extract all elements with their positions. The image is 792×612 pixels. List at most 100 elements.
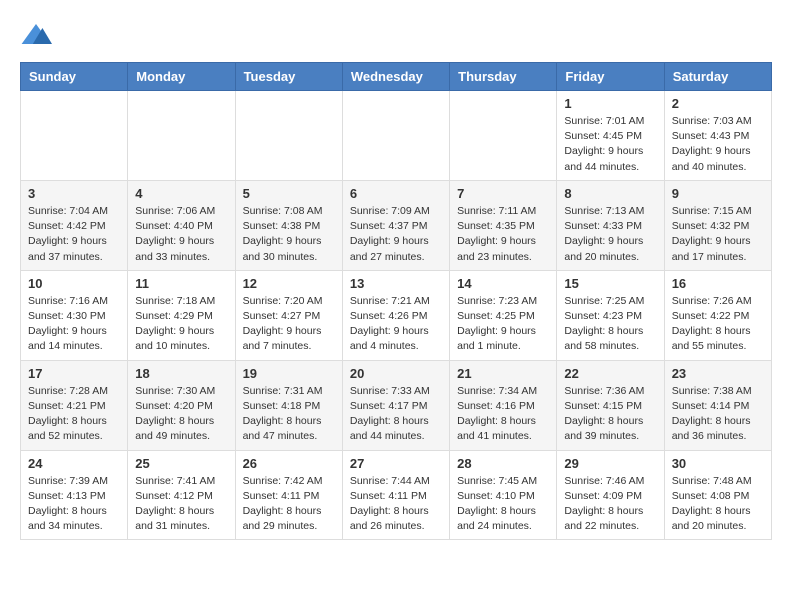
calendar-cell: 20Sunrise: 7:33 AM Sunset: 4:17 PM Dayli…	[342, 360, 449, 450]
weekday-header-wednesday: Wednesday	[342, 63, 449, 91]
calendar-cell: 5 Sunrise: 7:08 AM Sunset: 4:38 PM Daylig…	[235, 180, 342, 270]
calendar-cell: 2 Sunrise: 7:03 AM Sunset: 4:43 PM Daylig…	[664, 91, 771, 181]
calendar-cell	[235, 91, 342, 181]
day-number: 27	[350, 456, 442, 471]
calendar-cell	[450, 91, 557, 181]
day-info: Sunrise: 7:41 AM Sunset: 4:12 PM Dayligh…	[135, 474, 227, 535]
day-number: 17	[28, 366, 120, 381]
day-number: 29	[564, 456, 656, 471]
day-info: Sunrise: 7:04 AM Sunset: 4:42 PM Dayligh…	[28, 204, 120, 265]
day-info: Sunrise: 7:26 AM Sunset: 4:22 PM Dayligh…	[672, 294, 764, 355]
calendar-cell: 1 Sunrise: 7:01 AM Sunset: 4:45 PM Daylig…	[557, 91, 664, 181]
calendar-cell: 8 Sunrise: 7:13 AM Sunset: 4:33 PM Daylig…	[557, 180, 664, 270]
day-info: Sunrise: 7:48 AM Sunset: 4:08 PM Dayligh…	[672, 474, 764, 535]
calendar-cell: 17Sunrise: 7:28 AM Sunset: 4:21 PM Dayli…	[21, 360, 128, 450]
logo	[20, 20, 56, 52]
calendar-cell: 9Sunrise: 7:15 AM Sunset: 4:32 PM Daylig…	[664, 180, 771, 270]
calendar-cell: 6 Sunrise: 7:09 AM Sunset: 4:37 PM Daylig…	[342, 180, 449, 270]
calendar-cell: 23 Sunrise: 7:38 AM Sunset: 4:14 PM Dayli…	[664, 360, 771, 450]
calendar-cell: 13Sunrise: 7:21 AM Sunset: 4:26 PM Dayli…	[342, 270, 449, 360]
day-number: 15	[564, 276, 656, 291]
day-info: Sunrise: 7:01 AM Sunset: 4:45 PM Dayligh…	[564, 114, 656, 175]
calendar-cell: 27 Sunrise: 7:44 AM Sunset: 4:11 PM Dayli…	[342, 450, 449, 540]
day-number: 8	[564, 186, 656, 201]
day-number: 4	[135, 186, 227, 201]
calendar-week-3: 10Sunrise: 7:16 AM Sunset: 4:30 PM Dayli…	[21, 270, 772, 360]
weekday-header-saturday: Saturday	[664, 63, 771, 91]
calendar-cell	[21, 91, 128, 181]
calendar-cell: 21 Sunrise: 7:34 AM Sunset: 4:16 PM Dayli…	[450, 360, 557, 450]
weekday-header-sunday: Sunday	[21, 63, 128, 91]
day-info: Sunrise: 7:45 AM Sunset: 4:10 PM Dayligh…	[457, 474, 549, 535]
calendar-cell: 16 Sunrise: 7:26 AM Sunset: 4:22 PM Dayli…	[664, 270, 771, 360]
calendar-cell: 19 Sunrise: 7:31 AM Sunset: 4:18 PM Dayli…	[235, 360, 342, 450]
day-number: 16	[672, 276, 764, 291]
calendar-cell: 15 Sunrise: 7:25 AM Sunset: 4:23 PM Dayli…	[557, 270, 664, 360]
day-number: 22	[564, 366, 656, 381]
day-info: Sunrise: 7:11 AM Sunset: 4:35 PM Dayligh…	[457, 204, 549, 265]
day-info: Sunrise: 7:31 AM Sunset: 4:18 PM Dayligh…	[243, 384, 335, 445]
day-info: Sunrise: 7:25 AM Sunset: 4:23 PM Dayligh…	[564, 294, 656, 355]
calendar-week-5: 24Sunrise: 7:39 AM Sunset: 4:13 PM Dayli…	[21, 450, 772, 540]
day-number: 1	[564, 96, 656, 111]
day-info: Sunrise: 7:36 AM Sunset: 4:15 PM Dayligh…	[564, 384, 656, 445]
day-number: 5	[243, 186, 335, 201]
day-number: 20	[350, 366, 442, 381]
day-info: Sunrise: 7:08 AM Sunset: 4:38 PM Dayligh…	[243, 204, 335, 265]
calendar-header-row: SundayMondayTuesdayWednesdayThursdayFrid…	[21, 63, 772, 91]
weekday-header-thursday: Thursday	[450, 63, 557, 91]
calendar-cell: 24Sunrise: 7:39 AM Sunset: 4:13 PM Dayli…	[21, 450, 128, 540]
day-number: 19	[243, 366, 335, 381]
calendar-cell: 3 Sunrise: 7:04 AM Sunset: 4:42 PM Daylig…	[21, 180, 128, 270]
day-info: Sunrise: 7:18 AM Sunset: 4:29 PM Dayligh…	[135, 294, 227, 355]
calendar-cell: 14 Sunrise: 7:23 AM Sunset: 4:25 PM Dayli…	[450, 270, 557, 360]
day-info: Sunrise: 7:03 AM Sunset: 4:43 PM Dayligh…	[672, 114, 764, 175]
calendar-cell: 7 Sunrise: 7:11 AM Sunset: 4:35 PM Daylig…	[450, 180, 557, 270]
day-info: Sunrise: 7:06 AM Sunset: 4:40 PM Dayligh…	[135, 204, 227, 265]
day-number: 26	[243, 456, 335, 471]
day-number: 3	[28, 186, 120, 201]
weekday-header-friday: Friday	[557, 63, 664, 91]
day-number: 10	[28, 276, 120, 291]
day-number: 9	[672, 186, 764, 201]
day-info: Sunrise: 7:21 AM Sunset: 4:26 PM Dayligh…	[350, 294, 442, 355]
day-number: 30	[672, 456, 764, 471]
day-info: Sunrise: 7:09 AM Sunset: 4:37 PM Dayligh…	[350, 204, 442, 265]
calendar-cell: 28 Sunrise: 7:45 AM Sunset: 4:10 PM Dayli…	[450, 450, 557, 540]
page-header	[20, 20, 772, 52]
day-number: 18	[135, 366, 227, 381]
day-number: 7	[457, 186, 549, 201]
calendar-cell: 25 Sunrise: 7:41 AM Sunset: 4:12 PM Dayli…	[128, 450, 235, 540]
calendar-cell	[342, 91, 449, 181]
calendar-cell	[128, 91, 235, 181]
day-info: Sunrise: 7:34 AM Sunset: 4:16 PM Dayligh…	[457, 384, 549, 445]
weekday-header-tuesday: Tuesday	[235, 63, 342, 91]
day-number: 14	[457, 276, 549, 291]
calendar-cell: 4 Sunrise: 7:06 AM Sunset: 4:40 PM Daylig…	[128, 180, 235, 270]
day-number: 28	[457, 456, 549, 471]
day-info: Sunrise: 7:23 AM Sunset: 4:25 PM Dayligh…	[457, 294, 549, 355]
day-info: Sunrise: 7:44 AM Sunset: 4:11 PM Dayligh…	[350, 474, 442, 535]
day-number: 25	[135, 456, 227, 471]
day-number: 2	[672, 96, 764, 111]
calendar-cell: 10Sunrise: 7:16 AM Sunset: 4:30 PM Dayli…	[21, 270, 128, 360]
day-number: 11	[135, 276, 227, 291]
day-number: 12	[243, 276, 335, 291]
calendar-cell: 26 Sunrise: 7:42 AM Sunset: 4:11 PM Dayli…	[235, 450, 342, 540]
day-number: 6	[350, 186, 442, 201]
day-info: Sunrise: 7:38 AM Sunset: 4:14 PM Dayligh…	[672, 384, 764, 445]
calendar-cell: 22 Sunrise: 7:36 AM Sunset: 4:15 PM Dayli…	[557, 360, 664, 450]
day-info: Sunrise: 7:20 AM Sunset: 4:27 PM Dayligh…	[243, 294, 335, 355]
calendar-cell: 29Sunrise: 7:46 AM Sunset: 4:09 PM Dayli…	[557, 450, 664, 540]
day-number: 24	[28, 456, 120, 471]
calendar-week-1: 1 Sunrise: 7:01 AM Sunset: 4:45 PM Daylig…	[21, 91, 772, 181]
weekday-header-monday: Monday	[128, 63, 235, 91]
day-info: Sunrise: 7:13 AM Sunset: 4:33 PM Dayligh…	[564, 204, 656, 265]
day-number: 23	[672, 366, 764, 381]
day-info: Sunrise: 7:30 AM Sunset: 4:20 PM Dayligh…	[135, 384, 227, 445]
calendar-cell: 11 Sunrise: 7:18 AM Sunset: 4:29 PM Dayli…	[128, 270, 235, 360]
calendar-week-4: 17Sunrise: 7:28 AM Sunset: 4:21 PM Dayli…	[21, 360, 772, 450]
day-number: 21	[457, 366, 549, 381]
day-info: Sunrise: 7:42 AM Sunset: 4:11 PM Dayligh…	[243, 474, 335, 535]
calendar-cell: 12 Sunrise: 7:20 AM Sunset: 4:27 PM Dayli…	[235, 270, 342, 360]
